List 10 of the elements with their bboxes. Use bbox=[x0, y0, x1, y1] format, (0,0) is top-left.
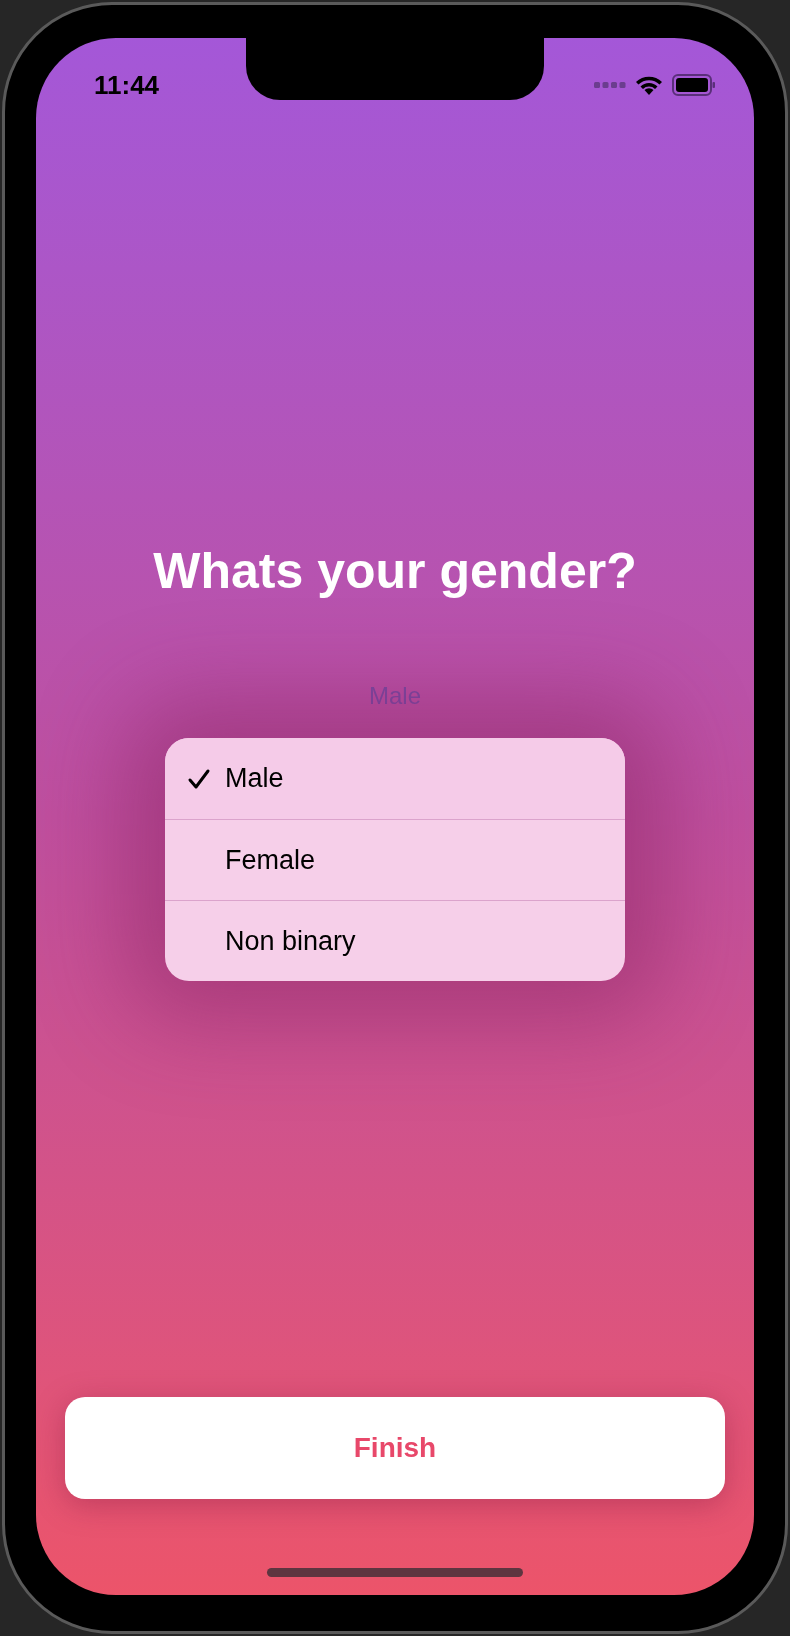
battery-icon bbox=[672, 74, 716, 96]
menu-item[interactable]: Non binary bbox=[165, 900, 625, 981]
menu-item[interactable]: Female bbox=[165, 819, 625, 900]
home-indicator[interactable] bbox=[267, 1568, 523, 1577]
signal-icon bbox=[594, 81, 626, 89]
question-title: Whats your gender? bbox=[152, 542, 638, 601]
menu-item[interactable]: Male bbox=[165, 738, 625, 819]
status-time: 11:44 bbox=[94, 68, 160, 102]
finish-button[interactable]: Finish bbox=[65, 1397, 725, 1499]
wifi-icon bbox=[634, 74, 664, 96]
